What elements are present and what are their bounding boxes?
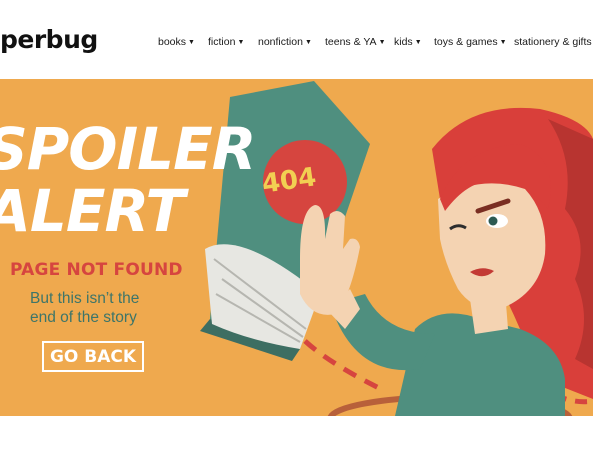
nav-item-fiction[interactable]: fiction ▼ [208,36,244,48]
pupil [488,216,498,226]
nav-item-nonfiction[interactable]: nonfiction ▼ [258,36,312,48]
nav-item-label: stationery & gifts [514,36,592,48]
headline-spoiler: SPOILER [0,115,256,183]
nav-item-label: nonfiction [258,36,303,48]
site-header: perbug books ▼ fiction ▼ nonfiction ▼ teens… [0,0,593,82]
nav-item-label: kids [394,36,413,48]
nav-item-label: toys & games [434,36,498,48]
site-logo[interactable]: perbug [0,25,98,54]
chevron-down-icon: ▼ [378,39,386,46]
nav-item-toys-games[interactable]: toys & games ▼ [434,36,507,48]
go-back-button[interactable]: GO BACK [42,341,144,372]
nav-item-label: books [158,36,187,48]
nav-item-stationery-gifts[interactable]: stationery & gifts▼ [514,36,593,48]
chevron-down-icon: ▼ [304,39,312,46]
nav-item-kids[interactable]: kids ▼ [394,36,422,48]
chevron-down-icon: ▼ [237,39,245,46]
chevron-down-icon: ▼ [188,39,195,46]
error-title: PAGE NOT FOUND [10,260,183,280]
nav-item-teens-ya[interactable]: teens & YA ▼ [325,36,386,48]
subtitle-line-2: end of the story [30,309,137,326]
nav-item-label: teens & YA [325,36,377,48]
headline-alert: ALERT [0,177,185,245]
hero-banner: 404 SPOILER ALERT PAGE NOT FOUND But thi… [0,79,593,416]
nav-item-books[interactable]: books ▼ [158,36,195,48]
chevron-down-icon: ▼ [499,39,507,46]
nav-item-label: fiction [208,36,236,48]
subtitle-line-1: But this isn’t the [30,290,140,307]
chevron-down-icon: ▼ [414,39,422,46]
